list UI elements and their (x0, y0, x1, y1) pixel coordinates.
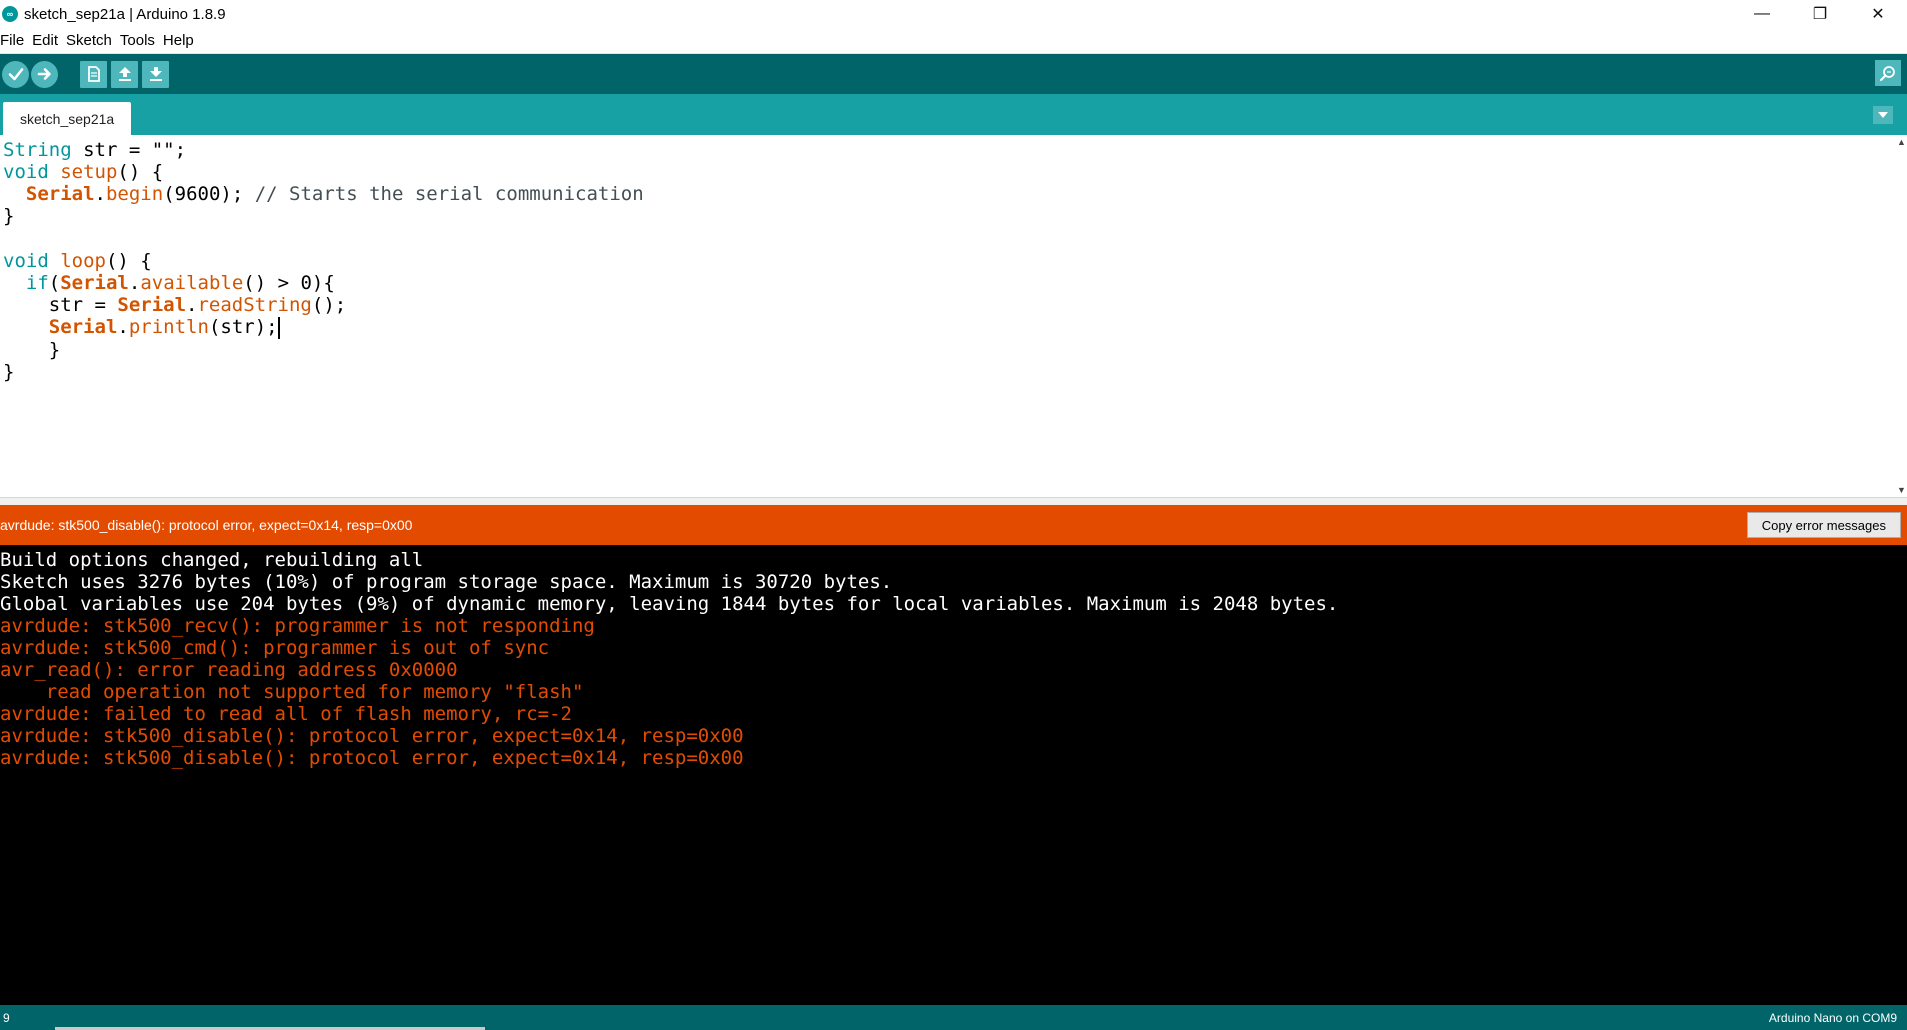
window-controls: — ❐ ✕ (1733, 0, 1907, 28)
save-button[interactable] (142, 60, 169, 88)
arduino-logo-icon: ∞ (2, 6, 18, 22)
window-title: sketch_sep21a | Arduino 1.8.9 (24, 5, 226, 23)
title-bar: ∞ sketch_sep21a | Arduino 1.8.9 — ❐ ✕ (0, 0, 1907, 28)
code-line: } (3, 361, 15, 383)
menu-help[interactable]: Help (161, 32, 200, 49)
chevron-down-icon (1878, 112, 1888, 118)
code-line: } (3, 205, 15, 227)
status-message: avrdude: stk500_disable(): protocol erro… (0, 517, 413, 533)
menu-edit[interactable]: Edit (30, 32, 64, 49)
serial-monitor-icon (1879, 66, 1895, 82)
board-port-info: Arduino Nano on COM9 (1768, 1010, 1897, 1025)
new-icon (87, 66, 100, 82)
upload-icon (37, 68, 51, 80)
copy-error-messages-button[interactable]: Copy error messages (1746, 512, 1901, 538)
scroll-up-icon[interactable]: ▲ (1897, 137, 1906, 147)
line-number: 9 (3, 1010, 10, 1025)
maximize-button[interactable]: ❐ (1791, 0, 1849, 28)
code-editor[interactable]: String str = ""; void setup() { Serial.b… (0, 135, 1895, 497)
menu-bar: File Edit Sketch Tools Help (0, 28, 1907, 54)
menu-sketch[interactable]: Sketch (64, 32, 118, 49)
menu-tools[interactable]: Tools (118, 32, 161, 49)
save-icon (149, 67, 162, 81)
tab-bar: sketch_sep21a (0, 94, 1907, 135)
bottom-status-bar: 9 Arduino Nano on COM9 (0, 1005, 1907, 1030)
upload-button[interactable] (31, 60, 58, 88)
tab-sketch-sep21a[interactable]: sketch_sep21a (3, 102, 132, 135)
editor-scrollbar[interactable]: ▲ ▼ (1895, 135, 1907, 497)
minimize-button[interactable]: — (1733, 0, 1791, 28)
text-caret (277, 316, 280, 339)
console-line: avrdude: stk500_disable(): protocol erro… (0, 747, 744, 769)
verify-button[interactable] (2, 60, 29, 88)
new-sketch-button[interactable] (80, 60, 107, 88)
arduino-ide-window: ∞ sketch_sep21a | Arduino 1.8.9 — ❐ ✕ Fi… (0, 0, 1907, 1030)
toolbar (0, 54, 1907, 94)
open-icon (118, 67, 131, 81)
tab-menu-button[interactable] (1873, 106, 1893, 124)
open-button[interactable] (111, 60, 138, 88)
code-line: Serial.begin(9600); // Starts the serial… (25, 183, 644, 205)
verify-icon (8, 68, 23, 81)
serial-monitor-button[interactable] (1875, 60, 1901, 86)
console-output[interactable]: Build options changed, rebuilding all Sk… (0, 545, 1907, 1005)
menu-file[interactable]: File (0, 32, 30, 49)
close-button[interactable]: ✕ (1849, 0, 1907, 28)
error-status-bar: avrdude: stk500_disable(): protocol erro… (0, 505, 1907, 545)
scroll-down-icon[interactable]: ▼ (1897, 485, 1906, 495)
